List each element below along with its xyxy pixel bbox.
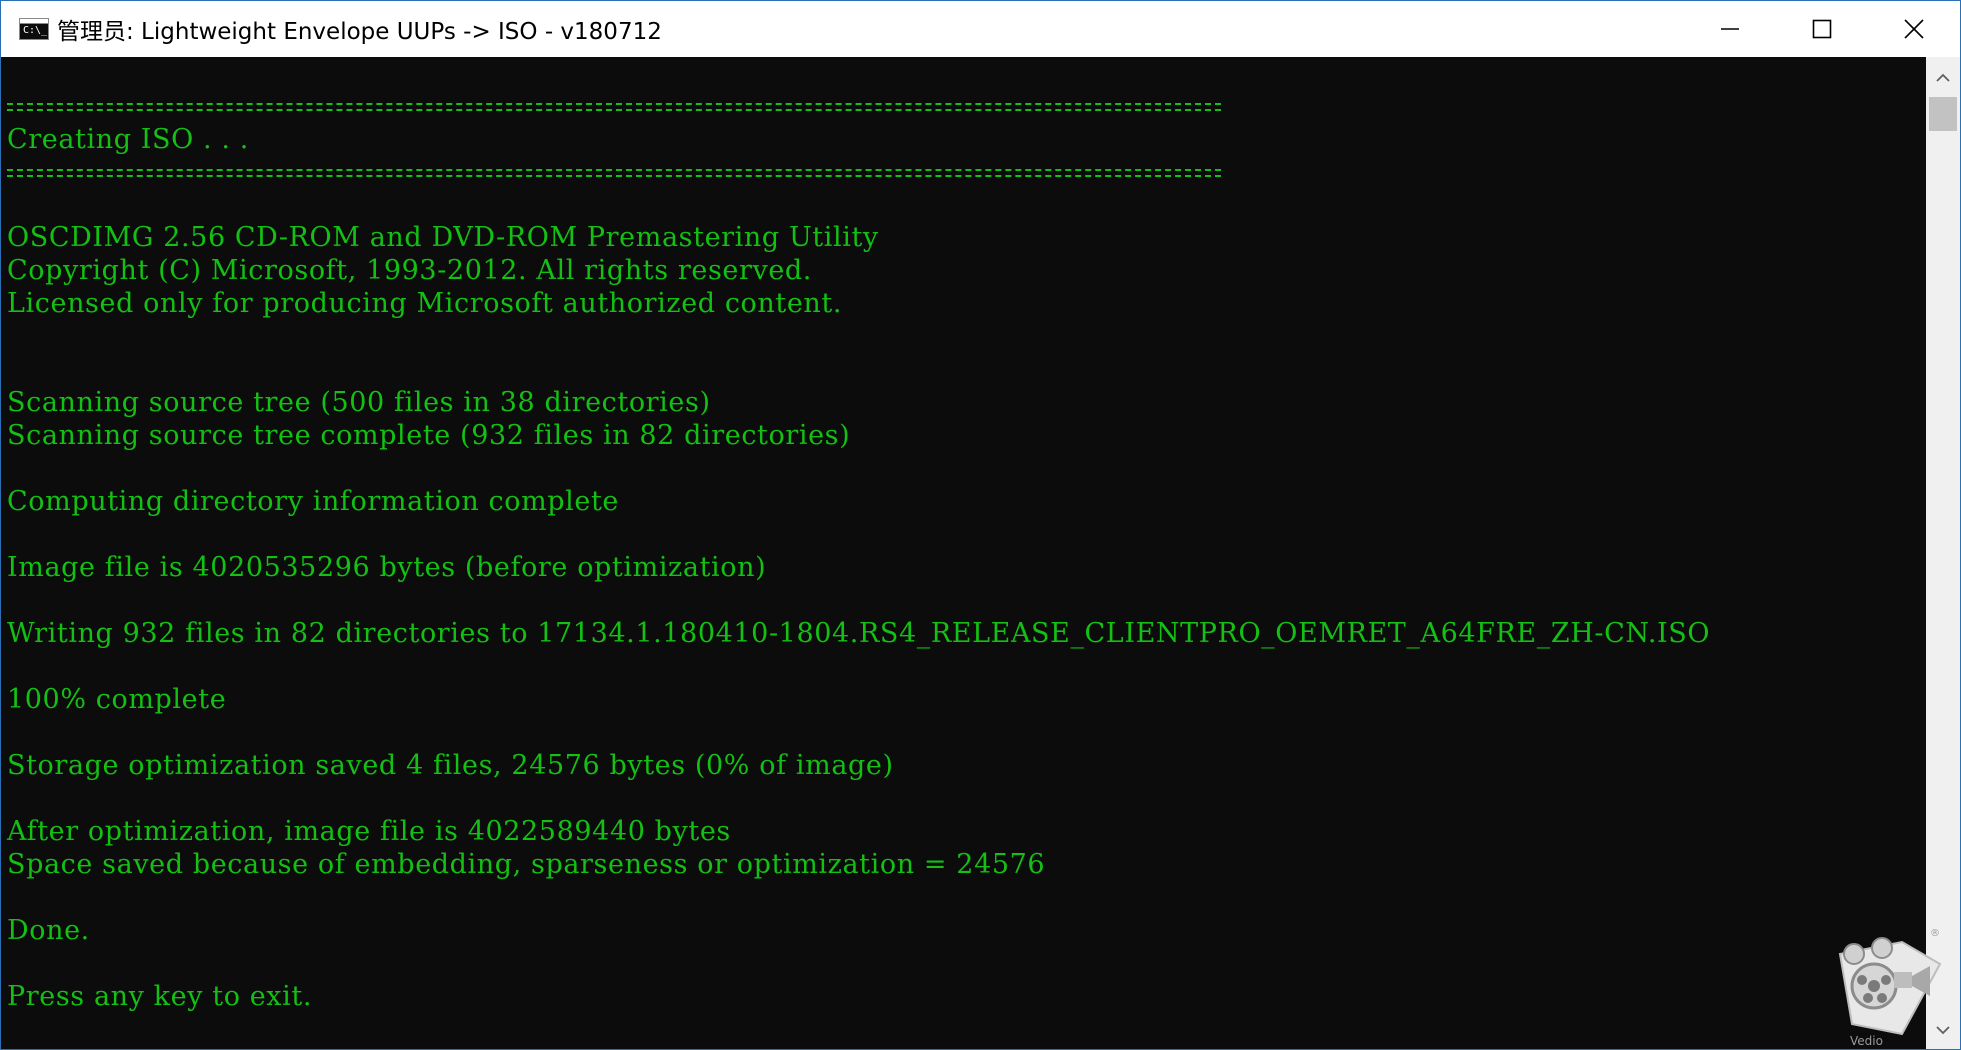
watermark-text: Vedio	[1850, 1034, 1883, 1048]
title-bar[interactable]: C:\_ 管理员: Lightweight Envelope UUPs -> I…	[1, 1, 1960, 57]
console-window: C:\_ 管理员: Lightweight Envelope UUPs -> I…	[0, 0, 1961, 1050]
close-icon	[1904, 19, 1924, 39]
console-line: After optimization, image file is 402258…	[7, 816, 731, 847]
chevron-up-icon	[1936, 73, 1950, 82]
console-line: Done.	[7, 915, 90, 946]
minimize-icon	[1721, 28, 1739, 30]
console-output[interactable]: Creating ISO . . . OSCDIMG 2.56 CD-ROM a…	[1, 57, 1926, 1049]
console-line: Storage optimization saved 4 files, 2457…	[7, 750, 894, 781]
console-line: OSCDIMG 2.56 CD-ROM and DVD-ROM Premaste…	[7, 222, 879, 253]
console-line: Writing 932 files in 82 directories to 1…	[7, 618, 1711, 649]
minimize-button[interactable]	[1684, 1, 1776, 57]
console-line: 100% complete	[7, 684, 227, 715]
caption-buttons	[1684, 1, 1960, 57]
cmd-icon[interactable]: C:\_	[19, 18, 49, 40]
scroll-up-button[interactable]	[1926, 61, 1960, 95]
maximize-button[interactable]	[1776, 1, 1868, 57]
svg-text:®: ®	[1930, 928, 1940, 939]
maximize-icon	[1812, 19, 1832, 39]
console-line: Computing directory information complete	[7, 486, 620, 517]
console-header: Creating ISO . . .	[7, 124, 249, 155]
console-line: Press any key to exit.	[7, 981, 313, 1012]
console-line: Scanning source tree (500 files in 38 di…	[7, 387, 711, 418]
window-title: 管理员: Lightweight Envelope UUPs -> ISO - …	[57, 19, 662, 45]
close-button[interactable]	[1868, 1, 1960, 57]
console-line: Copyright (C) Microsoft, 1993-2012. All …	[7, 255, 812, 286]
console-line: Licensed only for producing Microsoft au…	[7, 288, 843, 319]
console-line: Image file is 4020535296 bytes (before o…	[7, 552, 767, 583]
scroll-thumb[interactable]	[1929, 97, 1957, 131]
console-line: Scanning source tree complete (932 files…	[7, 420, 851, 451]
console-line: Space saved because of embedding, sparse…	[7, 849, 1046, 880]
separator-rule	[7, 103, 1221, 111]
vertical-scrollbar[interactable]	[1926, 57, 1960, 1049]
separator-rule	[7, 169, 1221, 177]
film-camera-logo-icon: ®	[1838, 928, 1942, 1036]
